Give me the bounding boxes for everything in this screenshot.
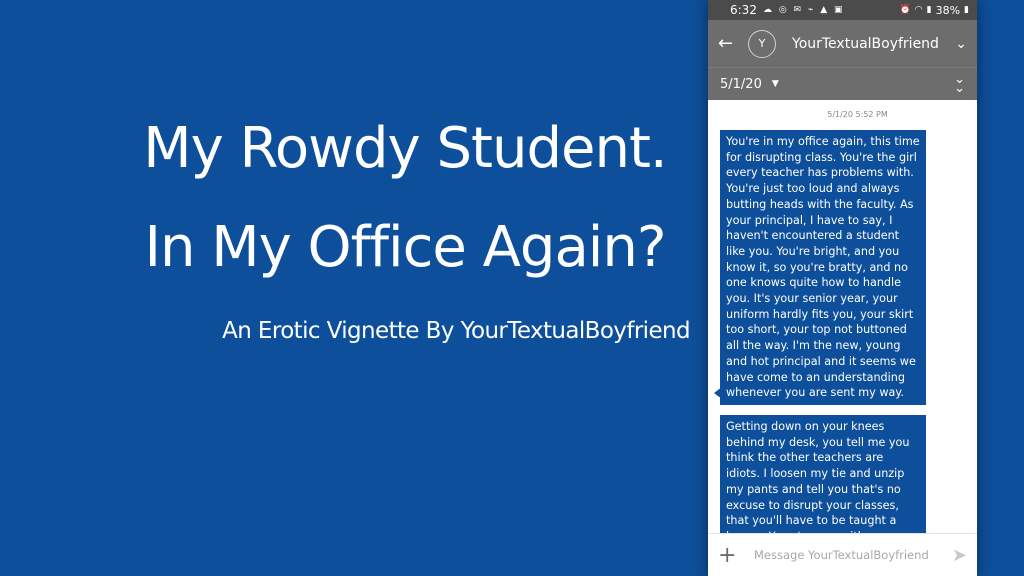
date-bar: 5/1/20 ▼ ⌄ ⌄ <box>708 67 977 100</box>
caret-down-icon[interactable]: ▼ <box>772 79 779 89</box>
message-bubble[interactable]: Getting down on your knees behind my des… <box>720 415 926 533</box>
subtitle: An Erotic Vignette By YourTextualBoyfrie… <box>222 318 691 344</box>
plus-icon[interactable]: + <box>718 543 742 568</box>
alarm-icon: ⏰ <box>899 5 911 15</box>
message-timestamp: 5/1/20 5:52 PM <box>827 110 888 119</box>
message-bubble[interactable]: You're in my office again, this time for… <box>720 130 926 405</box>
system-icons: ⏰ ◠ ▮ 38% ▮ <box>900 4 969 17</box>
battery-icon: ▮ <box>964 5 969 15</box>
status-bar: 6:32 ☁ ◎ ✉ ⌁ ▲ ▣ ⏰ ◠ ▮ 38% ▮ <box>708 0 977 20</box>
message-composer: + ➤ <box>708 533 977 576</box>
app-bar: ← Y YourTextualBoyfriend ⌄ <box>708 20 977 67</box>
status-time: 6:32 <box>730 3 757 17</box>
contact-name[interactable]: YourTextualBoyfriend <box>792 36 939 52</box>
message-list[interactable]: 5/1/20 5:52 PM You're in my office again… <box>708 101 977 533</box>
message-input[interactable] <box>752 547 946 563</box>
notification-icons: ☁ ◎ ✉ ⌁ ▲ ▣ <box>762 5 845 15</box>
bubble-tail <box>714 387 722 399</box>
wifi-icon: ◠ <box>914 5 923 15</box>
chevron-down-icon[interactable]: ⌄ <box>955 36 967 52</box>
double-chevron-down-icon[interactable]: ⌄ ⌄ <box>954 73 965 95</box>
phone-screen: 6:32 ☁ ◎ ✉ ⌁ ▲ ▣ ⏰ ◠ ▮ 38% ▮ ← Y YourTex… <box>708 0 977 576</box>
battery-level: 38% <box>935 3 961 17</box>
date-label[interactable]: 5/1/20 <box>720 77 762 92</box>
title-line-2: In My Office Again? <box>144 215 666 280</box>
title-line-1: My Rowdy Student. <box>143 116 667 181</box>
avatar[interactable]: Y <box>748 29 776 58</box>
send-icon[interactable]: ➤ <box>952 545 967 566</box>
arrow-left-icon[interactable]: ← <box>718 33 742 54</box>
signal-icon: ▮ <box>926 5 932 15</box>
title-banner: My Rowdy Student. In My Office Again? An… <box>0 0 700 576</box>
